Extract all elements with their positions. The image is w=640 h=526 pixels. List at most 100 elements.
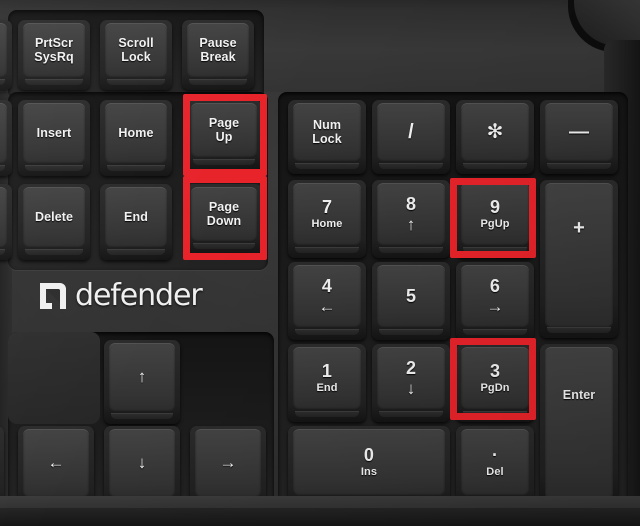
keycap-skirt bbox=[463, 329, 527, 335]
key-num-7-home[interactable]: 7 Home bbox=[288, 180, 366, 258]
defender-shield-icon bbox=[38, 281, 68, 311]
key-divide[interactable]: / bbox=[372, 100, 450, 174]
keycap-skirt bbox=[25, 249, 83, 255]
key-num-1-end[interactable]: 1 End bbox=[288, 344, 366, 422]
key-home[interactable]: Home bbox=[100, 100, 172, 176]
keycap-label-primary: Scroll bbox=[118, 36, 154, 51]
keycap-face: Page Up bbox=[191, 103, 257, 158]
key-prtscr-sysrq[interactable]: PrtScr SysRq bbox=[18, 20, 90, 90]
keycap-skirt bbox=[463, 411, 527, 417]
keycap-label-stack: · Del bbox=[486, 446, 503, 479]
keycap-face: 5 bbox=[377, 265, 445, 328]
keycap-face: 1 End bbox=[293, 347, 361, 410]
keycap-face: Insert bbox=[23, 103, 85, 164]
keycap-skirt bbox=[25, 165, 83, 171]
keycap-label-primary: 3 bbox=[489, 361, 501, 382]
keycap-skirt bbox=[379, 247, 443, 253]
key-subtract[interactable]: — bbox=[540, 100, 618, 174]
key-pause-break[interactable]: Pause Break bbox=[182, 20, 254, 90]
keycap-skirt bbox=[547, 327, 611, 333]
keycap-label-glyph: → bbox=[219, 453, 237, 473]
keycap-label-stack: 7 Home bbox=[312, 198, 343, 231]
keycap-label-primary: Insert bbox=[36, 125, 72, 140]
keycap-label-stack: 3 PgDn bbox=[480, 362, 509, 395]
keycap-label-secondary: Up bbox=[215, 129, 233, 144]
key-partial-left-mid[interactable] bbox=[0, 100, 12, 176]
keycap-skirt bbox=[107, 79, 165, 85]
key-enter[interactable]: Enter bbox=[540, 344, 618, 510]
keycap-skirt bbox=[0, 165, 5, 171]
key-page-up[interactable]: Page Up bbox=[186, 100, 262, 170]
keycap-label-symbol: — bbox=[568, 120, 590, 143]
key-page-down[interactable]: Page Down bbox=[186, 184, 262, 254]
keycap-label-symbol: + bbox=[573, 216, 585, 239]
keycap-label-secondary: ← bbox=[318, 296, 336, 316]
brand-logo: defender bbox=[38, 281, 203, 311]
keycap-label-primary: Page bbox=[208, 116, 240, 131]
keycap-face: ← bbox=[23, 429, 89, 498]
keycap-skirt bbox=[193, 159, 255, 165]
keycap-label-glyph: ← bbox=[47, 453, 65, 473]
keycap-skirt bbox=[0, 249, 5, 255]
keycap-face: 0 Ins bbox=[293, 429, 445, 496]
keycap-face: 9 PgUp bbox=[461, 183, 529, 246]
keycap-label-secondary: Lock bbox=[121, 49, 151, 64]
keycap-skirt bbox=[379, 163, 443, 169]
keycap-label-stack: 2 ↓ bbox=[406, 359, 416, 397]
keycap-face: → bbox=[195, 429, 261, 498]
keycap-skirt bbox=[25, 79, 83, 85]
key-num-2-down[interactable]: 2 ↓ bbox=[372, 344, 450, 422]
keycap-label-primary: 7 bbox=[321, 197, 333, 218]
keycap-skirt bbox=[463, 247, 527, 253]
keycap-skirt bbox=[193, 243, 255, 249]
key-num-8-up[interactable]: 8 ↑ bbox=[372, 180, 450, 258]
key-scroll-lock[interactable]: Scroll Lock bbox=[100, 20, 172, 90]
key-num-6-right[interactable]: 6 → bbox=[456, 262, 534, 340]
key-delete[interactable]: Delete bbox=[18, 184, 90, 260]
keycap-face: Home bbox=[105, 103, 167, 164]
keycap-label-secondary: Ins bbox=[360, 466, 378, 479]
keycap-label-primary: Pause bbox=[199, 36, 237, 51]
key-partial-left-top[interactable] bbox=[0, 20, 12, 90]
keycap-label-stack: 6 → bbox=[486, 277, 503, 315]
key-partial-left-bottom[interactable] bbox=[0, 184, 12, 260]
keycap-skirt bbox=[547, 163, 611, 169]
keycap-face: Pause Break bbox=[187, 23, 249, 78]
keycap-label-stack: 9 PgUp bbox=[480, 198, 509, 231]
keycap-label-secondary: Home bbox=[311, 218, 343, 231]
key-arrow-up[interactable]: ↑ bbox=[104, 340, 180, 424]
key-end[interactable]: End bbox=[100, 184, 172, 260]
keycap-label-secondary: ↓ bbox=[406, 378, 416, 398]
keycap-skirt bbox=[295, 163, 359, 169]
keycap-label-secondary: End bbox=[316, 382, 338, 395]
keycap-face: End bbox=[105, 187, 167, 248]
keycap-skirt bbox=[379, 329, 443, 335]
keycap-label-primary: Delete bbox=[34, 209, 74, 224]
keycap-skirt bbox=[379, 411, 443, 417]
keycap-label-stack: 1 End bbox=[316, 362, 337, 395]
keycap-face: / bbox=[377, 103, 445, 162]
key-num-5[interactable]: 5 bbox=[372, 262, 450, 340]
key-insert[interactable]: Insert bbox=[18, 100, 90, 176]
keycap-face: 4 ← bbox=[293, 265, 361, 328]
keycap-face: ✻ bbox=[461, 103, 529, 162]
keycap-label-primary: · bbox=[491, 445, 499, 466]
key-multiply[interactable]: ✻ bbox=[456, 100, 534, 174]
keycap-face: 6 → bbox=[461, 265, 529, 328]
keycap-label-primary: Page bbox=[208, 200, 240, 215]
keycap-label-glyph: ↑ bbox=[137, 367, 147, 387]
keycap-label-primary: 6 bbox=[489, 276, 501, 297]
keycap-skirt bbox=[0, 79, 5, 85]
keycap-face: Num Lock bbox=[293, 103, 361, 162]
key-num-9-pgup[interactable]: 9 PgUp bbox=[456, 180, 534, 258]
chassis-bottom-lip bbox=[0, 508, 640, 526]
key-num-4-left[interactable]: 4 ← bbox=[288, 262, 366, 340]
key-add[interactable]: + bbox=[540, 180, 618, 338]
keycap-label-primary: Enter bbox=[562, 387, 596, 402]
keycap-face: 3 PgDn bbox=[461, 347, 529, 410]
keycap-label-stack: 0 Ins bbox=[361, 446, 377, 479]
keycap-label-primary: 9 bbox=[489, 197, 501, 218]
keycap-skirt bbox=[107, 165, 165, 171]
key-num-3-pgdn[interactable]: 3 PgDn bbox=[456, 344, 534, 422]
key-num-lock[interactable]: Num Lock bbox=[288, 100, 366, 174]
